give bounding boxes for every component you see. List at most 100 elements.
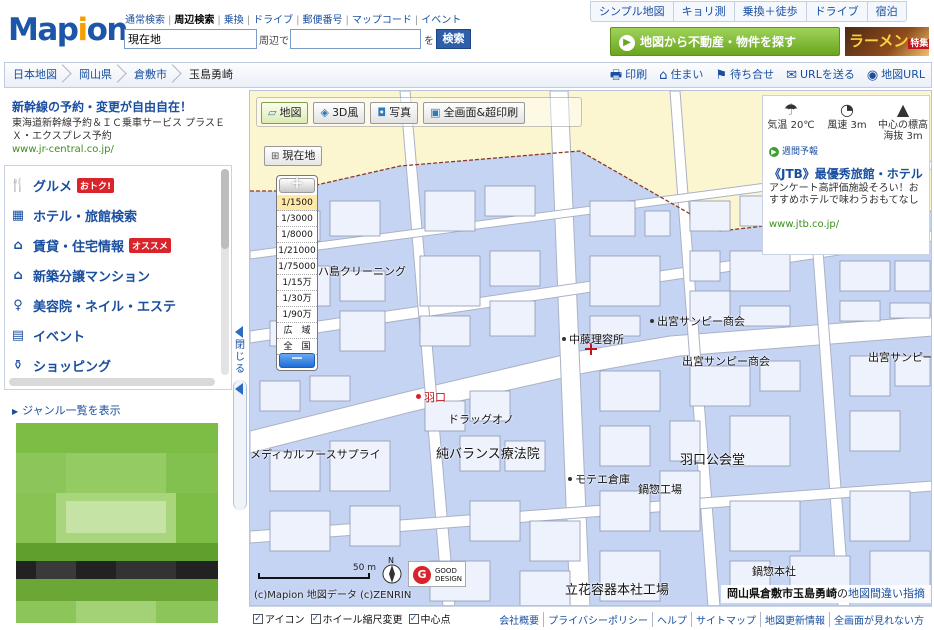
action-link[interactable]: ⚑ 待ち合せ — [709, 63, 780, 87]
action-label: 地図URL — [881, 68, 925, 81]
scale-option[interactable]: 1/21000 — [277, 243, 317, 259]
genre-item[interactable]: ♀ 美容院・ネイル・エステ — [9, 290, 217, 320]
poi-label[interactable]: 立花容器本社工場 — [565, 579, 669, 598]
poi-label[interactable]: ハ島クリーニング — [318, 263, 406, 279]
scale-option[interactable]: 広 域 — [277, 323, 317, 339]
report-error-link[interactable]: 地図間違い指摘 — [848, 587, 925, 600]
zoom-in-button[interactable]: ＋ — [279, 178, 315, 193]
poi-label[interactable]: 鍋惣本社 — [752, 563, 796, 579]
poi-label[interactable]: 出宮サンピ一商会 — [868, 349, 931, 365]
genre-label: 新築分譲マンション — [33, 269, 151, 285]
search-tab[interactable]: マップコード — [352, 15, 412, 26]
ad-title[interactable]: 新幹線の予約・変更が自由自在！ — [12, 98, 227, 115]
jtb-ad-url[interactable]: www.jtb.co.jp/ — [769, 219, 839, 230]
top-link[interactable]: 宿泊 — [866, 2, 906, 21]
breadcrumb-item[interactable]: 倉敷市 — [126, 63, 181, 87]
arrow-left-icon[interactable] — [235, 326, 243, 338]
shinkansen-ad[interactable]: 新幹線の予約・変更が自由自在！ 東海道新幹線予約＆ＩＣ乗車サービス プラスＥＸ・… — [12, 98, 227, 155]
breadcrumb-item[interactable]: 日本地図 — [5, 63, 71, 87]
poi-label[interactable]: 羽口 — [416, 389, 446, 405]
poi-label[interactable]: 鍋惣工場 — [638, 481, 682, 497]
genre-item[interactable]: ⚱ ショッピング — [9, 350, 217, 380]
genre-item[interactable]: ⌂ 賃貸・住宅情報 オススメ — [9, 230, 217, 260]
footer-link[interactable]: 会社概要 — [495, 612, 543, 627]
footer-link[interactable]: サイトマップ — [691, 612, 760, 627]
footer-links: 会社概要 プライバシーポリシー ヘルプ サイトマップ 地図更新情報 全画面が見れない方 — [495, 612, 928, 627]
map-mode-button[interactable]: ◘ 写真 — [370, 102, 419, 124]
poi-label[interactable]: モテエ倉庫 — [568, 471, 630, 487]
genre-item[interactable]: ▦ ホテル・旅館検索 — [9, 200, 217, 230]
breadcrumb-item[interactable]: 岡山県 — [71, 63, 126, 87]
scrollbar-thumb[interactable] — [221, 169, 229, 249]
poi-label[interactable]: ドラッグオノ — [448, 411, 514, 427]
ramen-banner[interactable]: ラーメン 特集 — [845, 27, 929, 56]
poi-label[interactable]: メディカルフースサプライ — [250, 446, 381, 462]
map-option[interactable]: ✓ アイコン — [253, 611, 305, 626]
genre-item[interactable]: ⌂ 新築分譲マンション — [9, 260, 217, 290]
map-mode-button[interactable]: ◈ 3D風 — [313, 102, 366, 124]
sidebar-pixel-ad[interactable] — [16, 423, 218, 623]
logo-text: Map — [8, 12, 79, 48]
poi-label[interactable]: 羽口公会堂 — [680, 449, 745, 468]
zoom-out-button[interactable]: － — [279, 353, 315, 368]
action-link[interactable]: ✉ URLを送る — [780, 63, 861, 87]
search-tab[interactable]: 郵便番号 — [303, 15, 343, 26]
action-link[interactable]: 🖶 印刷 — [604, 63, 653, 87]
genre-scrollbar[interactable] — [221, 169, 229, 375]
map-mode-button[interactable]: ▱ 地図 — [261, 102, 309, 124]
poi-label[interactable]: 出宮サンピー商会 — [682, 353, 770, 369]
scale-option[interactable]: 1/1500 — [277, 195, 317, 211]
address-text: 岡山県倉敷市玉島勇崎 — [727, 587, 837, 600]
scale-option[interactable]: 1/15万 — [277, 275, 317, 291]
search-tab[interactable]: 周辺検索 — [174, 15, 214, 26]
action-link[interactable]: ⌂ 住まい — [653, 63, 709, 87]
top-link[interactable]: 乗換＋徒歩 — [733, 2, 806, 21]
scale-option[interactable]: 1/90万 — [277, 307, 317, 323]
search-tab[interactable]: 通常検索 — [125, 15, 165, 26]
footer-link[interactable]: ヘルプ — [652, 612, 691, 627]
map-mode-button[interactable]: ▣ 全画面&超印刷 — [423, 102, 526, 124]
arrow-left-icon[interactable] — [235, 383, 243, 395]
map-option[interactable]: ✓ 中心点 — [408, 611, 451, 626]
poi-label[interactable]: 出宮サンピー商会 — [650, 313, 745, 329]
collapse-label[interactable]: 閉じる — [234, 340, 246, 376]
action-link[interactable]: ◉ 地図URL — [861, 63, 931, 87]
search-button[interactable]: 検索 — [436, 29, 471, 49]
poi-label[interactable]: 中藤理容所 — [562, 331, 624, 347]
location-icon: ⊞ — [271, 151, 280, 162]
weekly-forecast-link[interactable]: ▶ 週間予報 — [769, 144, 818, 157]
map-option[interactable]: ✓ ホイール縮尺変更 — [310, 611, 403, 626]
checkbox-checked-icon[interactable]: ✓ — [310, 613, 321, 624]
search-tab[interactable]: イベント — [421, 15, 461, 26]
map-view[interactable]: ▱ 地図 ◈ 3D風 ◘ 写真 ▣ 全画面&超印刷 ⊞ 現在地 ＋ 1/1500 1/3000 1/… — [249, 90, 932, 606]
footer-link[interactable]: プライバシーポリシー — [543, 612, 652, 627]
current-location-button[interactable]: ⊞ 現在地 — [264, 146, 323, 166]
poi-label[interactable]: 純バランス療法院 — [436, 443, 540, 462]
jtb-ad-title[interactable]: 《JTB》最優秀旅館・ホテル — [769, 165, 923, 182]
top-link[interactable]: ドライブ — [805, 2, 867, 21]
category-input[interactable] — [290, 29, 421, 49]
genre-item[interactable]: 🍴 グルメ おトク! — [9, 170, 217, 200]
scale-option[interactable]: 1/75000 — [277, 259, 317, 275]
realestate-banner[interactable]: ▶ 地図から不動産・物件を探す — [610, 27, 840, 56]
genre-hscrollbar[interactable] — [9, 378, 215, 386]
ad-url[interactable]: www.jr-central.co.jp/ — [12, 144, 227, 155]
genre-item[interactable]: ▤ イベント — [9, 320, 217, 350]
footer-link[interactable]: 地図更新情報 — [760, 612, 829, 627]
sidebar-collapse[interactable]: 閉じる — [232, 90, 248, 630]
search-tab[interactable]: 乗換 — [224, 15, 244, 26]
mapion-logo[interactable]: Mapion — [8, 12, 128, 48]
checkbox-checked-icon[interactable]: ✓ — [408, 613, 419, 624]
checkbox-checked-icon[interactable]: ✓ — [253, 613, 263, 624]
scale-option[interactable]: 1/8000 — [277, 227, 317, 243]
ramen-banner-text: ラーメン — [849, 32, 909, 50]
collapse-handle[interactable] — [233, 380, 247, 510]
keyword-input[interactable] — [124, 29, 257, 49]
top-link[interactable]: キョリ測 — [672, 2, 734, 21]
scale-option[interactable]: 1/30万 — [277, 291, 317, 307]
footer-link[interactable]: 全画面が見れない方 — [829, 612, 928, 627]
scale-option[interactable]: 1/3000 — [277, 211, 317, 227]
search-tab[interactable]: ドライブ — [253, 15, 293, 26]
top-link[interactable]: シンプル地図 — [591, 2, 673, 21]
genre-all-link[interactable]: ▶ ジャンル一覧を表示 — [12, 402, 121, 418]
